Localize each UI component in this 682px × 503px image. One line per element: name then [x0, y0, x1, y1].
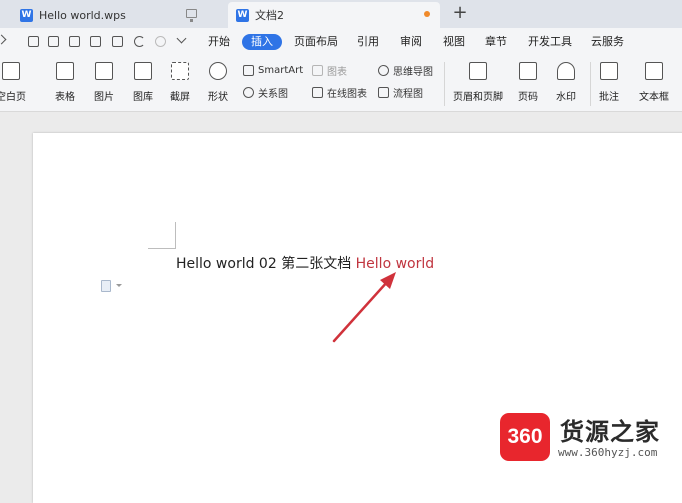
picture-button[interactable]: 图片	[87, 62, 121, 103]
unsaved-dot-icon	[424, 11, 430, 17]
menu-page-layout[interactable]: 页面布局	[294, 34, 338, 50]
print-icon[interactable]	[112, 36, 123, 47]
online-chart-button[interactable]: 在线图表	[312, 85, 367, 100]
chart-icon	[312, 64, 323, 76]
save-icon[interactable]	[48, 36, 59, 47]
table-label: 表格	[55, 92, 75, 103]
table-icon	[56, 62, 74, 80]
gallery-icon	[134, 62, 152, 80]
document-text: Hello world 02 第二张文档	[176, 256, 356, 272]
ribbon-separator	[444, 62, 445, 106]
chart-button[interactable]: 图表	[312, 63, 347, 78]
shapes-button[interactable]: 形状	[201, 62, 235, 103]
print-preview-icon[interactable]	[90, 36, 101, 47]
wps-doc-icon: W	[20, 8, 33, 22]
mindmap-label: 思维导图	[393, 66, 433, 78]
menu-developer-tools[interactable]: 开发工具	[528, 34, 572, 50]
comment-button[interactable]: 批注	[594, 62, 624, 103]
comment-icon	[600, 62, 618, 80]
page-number-label: 页码	[518, 92, 538, 103]
relation-chart-button[interactable]: 关系图	[243, 85, 288, 100]
watermark-label: 水印	[556, 92, 576, 103]
flowchart-button[interactable]: 流程图	[378, 85, 423, 100]
menu-chapter[interactable]: 章节	[485, 34, 507, 50]
blank-page-button[interactable]: 空白页	[0, 62, 34, 103]
header-footer-label: 页眉和页脚	[453, 92, 503, 103]
screenshot-label: 截屏	[170, 92, 190, 103]
menu-view[interactable]: 视图	[443, 34, 465, 50]
chevron-down-icon[interactable]	[176, 33, 187, 44]
menu-bar: 开始 插入 页面布局 引用 审阅 视图 章节 开发工具 云服务	[0, 28, 682, 56]
picture-icon	[95, 62, 113, 80]
chevron-down-icon[interactable]	[116, 284, 122, 287]
textbox-button[interactable]: 文本框	[634, 62, 674, 103]
watermark-icon	[557, 62, 575, 80]
header-footer-button[interactable]: 页眉和页脚	[450, 62, 506, 103]
mindmap-icon	[378, 64, 389, 76]
menu-home[interactable]: 开始	[208, 34, 230, 50]
watermark-title: 货源之家	[560, 418, 660, 446]
table-button[interactable]: 表格	[48, 62, 82, 103]
paragraph-layout-icon[interactable]	[101, 280, 111, 292]
blank-page-label: 空白页	[0, 92, 26, 103]
picture-label: 图片	[94, 92, 114, 103]
textbox-icon	[645, 62, 663, 80]
relation-chart-icon	[243, 86, 254, 98]
chevron-left-icon[interactable]	[0, 34, 7, 45]
menu-insert[interactable]: 插入	[242, 34, 282, 50]
online-chart-icon	[312, 86, 323, 98]
margin-corner-mark	[175, 222, 176, 248]
open-folder-icon[interactable]	[28, 36, 39, 47]
ribbon-separator	[590, 62, 591, 106]
screenshot-icon	[171, 62, 189, 80]
new-tab-plus-icon[interactable]: +	[452, 3, 468, 23]
ribbon-insert: 空白页 表格 图片 图库 截屏 形状 SmartArt 图表 关系图 在线图表 …	[0, 56, 682, 112]
menu-references[interactable]: 引用	[357, 34, 379, 50]
screenshot-button[interactable]: 截屏	[163, 62, 197, 103]
monitor-icon[interactable]	[186, 9, 197, 22]
tab-label: 文档2	[255, 9, 284, 22]
shapes-label: 形状	[208, 92, 228, 103]
wps-doc-icon: W	[236, 8, 249, 22]
chart-label: 图表	[327, 66, 347, 78]
page-number-icon	[519, 62, 537, 80]
comment-label: 批注	[599, 92, 619, 103]
tab-document-2[interactable]: W 文档2	[228, 2, 440, 28]
mindmap-button[interactable]: 思维导图	[378, 63, 433, 78]
smartart-button[interactable]: SmartArt	[243, 63, 303, 77]
undo-icon[interactable]	[134, 36, 145, 47]
menu-review[interactable]: 审阅	[400, 34, 422, 50]
online-chart-label: 在线图表	[327, 88, 367, 100]
tab-bar: W Hello world.wps W 文档2 +	[0, 0, 682, 28]
relation-chart-label: 关系图	[258, 88, 288, 100]
shapes-icon	[209, 62, 227, 80]
redo-icon[interactable]	[155, 36, 166, 47]
document-highlight-text: Hello world	[355, 256, 435, 272]
tab-hello-world[interactable]: W Hello world.wps	[12, 2, 224, 28]
smartart-icon	[243, 64, 254, 76]
flowchart-icon	[378, 86, 389, 98]
textbox-label: 文本框	[639, 92, 669, 103]
blank-page-icon	[2, 62, 20, 80]
menu-cloud-service[interactable]: 云服务	[591, 34, 624, 50]
header-footer-icon	[469, 62, 487, 80]
tab-label: Hello world.wps	[39, 8, 126, 22]
page-number-button[interactable]: 页码	[511, 62, 545, 103]
watermark-button[interactable]: 水印	[549, 62, 583, 103]
margin-corner-mark	[148, 248, 176, 249]
gallery-button[interactable]: 图库	[126, 62, 160, 103]
gallery-label: 图库	[133, 92, 153, 103]
watermark-url: www.360hyzj.com	[558, 446, 658, 459]
document-text-line[interactable]: Hello world 02 第二张文档 Hello world	[176, 253, 434, 273]
flowchart-label: 流程图	[393, 88, 423, 100]
smartart-label: SmartArt	[258, 64, 304, 76]
watermark-logo: 360	[500, 413, 550, 461]
format-painter-icon[interactable]	[69, 36, 80, 47]
